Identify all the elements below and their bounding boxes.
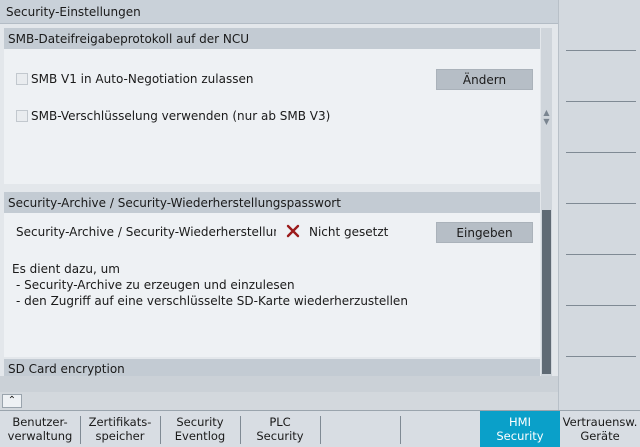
enter-button[interactable]: Eingeben <box>436 222 533 243</box>
bottom-status-area <box>0 376 558 392</box>
vertical-scrollbar[interactable]: ▲ ▼ <box>541 28 552 376</box>
expand-button[interactable]: ⌃ <box>2 394 22 408</box>
vertical-softkey-6[interactable] <box>566 305 636 306</box>
archive-section-header: Security-Archive / Security-Wiederherste… <box>4 192 540 213</box>
softkey-label: PLC <box>269 415 291 429</box>
scroll-down-icon[interactable]: ▼ <box>541 117 552 126</box>
change-button[interactable]: Ändern <box>436 69 533 90</box>
vertical-softkey-5[interactable] <box>566 254 636 255</box>
smb-v1-checkbox-row[interactable]: SMB V1 in Auto-Negotiation zulassen <box>16 70 253 88</box>
scroll-thumb[interactable] <box>542 210 551 374</box>
horizontal-softkey-bar: Benutzer- verwaltung Zertifikats- speich… <box>0 410 640 447</box>
softkey-label: Vertrauensw. <box>562 415 638 429</box>
softkey-label: Security <box>176 415 224 429</box>
vertical-softkey-7[interactable] <box>566 356 636 357</box>
softkey-empty-6[interactable] <box>400 411 480 447</box>
x-icon <box>284 222 302 240</box>
smb-encryption-checkbox[interactable] <box>16 110 28 122</box>
softkey-user-management[interactable]: Benutzer- verwaltung <box>0 411 80 447</box>
sdcard-section-header: SD Card encryption <box>4 359 540 376</box>
softkey-empty-5[interactable] <box>320 411 400 447</box>
smb-encryption-checkbox-row[interactable]: SMB-Verschlüsselung verwenden (nur ab SM… <box>16 107 330 125</box>
archive-description: Es dient dazu, um - Security-Archive zu … <box>12 261 408 309</box>
status-text: Nicht gesetzt <box>309 225 389 239</box>
page-title: Security-Einstellungen <box>0 0 558 24</box>
softkey-label: Security <box>496 429 544 443</box>
vertical-softkey-3[interactable] <box>566 152 636 153</box>
archive-password-label: Security-Archive / Security-Wiederherste… <box>16 225 276 239</box>
vertical-softkey-2[interactable] <box>566 101 636 102</box>
smb-encryption-label: SMB-Verschlüsselung verwenden (nur ab SM… <box>31 109 331 123</box>
vertical-softkey-1[interactable] <box>566 50 636 51</box>
description-line-2: - Security-Archive zu erzeugen und einzu… <box>16 278 295 292</box>
expand-row: ⌃ <box>0 392 558 410</box>
description-line-1: Es dient dazu, um <box>12 262 120 276</box>
scroll-arrows[interactable]: ▲ ▼ <box>541 108 552 126</box>
smb-section-header: SMB-Dateifreigabeprotokoll auf der NCU <box>4 28 540 49</box>
vertical-softkey-4[interactable] <box>566 203 636 204</box>
softkey-label: Security <box>256 429 304 443</box>
softkey-label: verwaltung <box>7 429 73 443</box>
smb-section-body: SMB V1 in Auto-Negotiation zulassen SMB-… <box>4 49 540 184</box>
softkey-label: Zertifikats- <box>88 415 152 429</box>
smb-v1-label: SMB V1 in Auto-Negotiation zulassen <box>31 72 254 86</box>
softkey-security-eventlog[interactable]: Security Eventlog <box>160 411 240 447</box>
main-panel: Security-Einstellungen SMB-Dateifreigabe… <box>0 0 558 410</box>
softkey-label: speicher <box>95 429 145 443</box>
softkey-hmi-security[interactable]: HMI Security <box>480 411 560 447</box>
softkey-trusted-devices[interactable]: Vertrauensw. Geräte <box>560 411 640 447</box>
softkey-plc-security[interactable]: PLC Security <box>240 411 320 447</box>
softkey-label: Eventlog <box>174 429 226 443</box>
softkey-certificate-store[interactable]: Zertifikats- speicher <box>80 411 160 447</box>
smb-v1-checkbox[interactable] <box>16 73 28 85</box>
softkey-label: Geräte <box>580 429 620 443</box>
softkey-label: Benutzer- <box>12 415 68 429</box>
archive-section-body: Security-Archive / Security-Wiederherste… <box>4 213 540 357</box>
softkey-label: HMI <box>509 415 531 429</box>
scroll-up-icon[interactable]: ▲ <box>541 108 552 117</box>
vertical-softkey-bar <box>558 0 640 410</box>
description-line-3: - den Zugriff auf eine verschlüsselte SD… <box>16 294 408 308</box>
